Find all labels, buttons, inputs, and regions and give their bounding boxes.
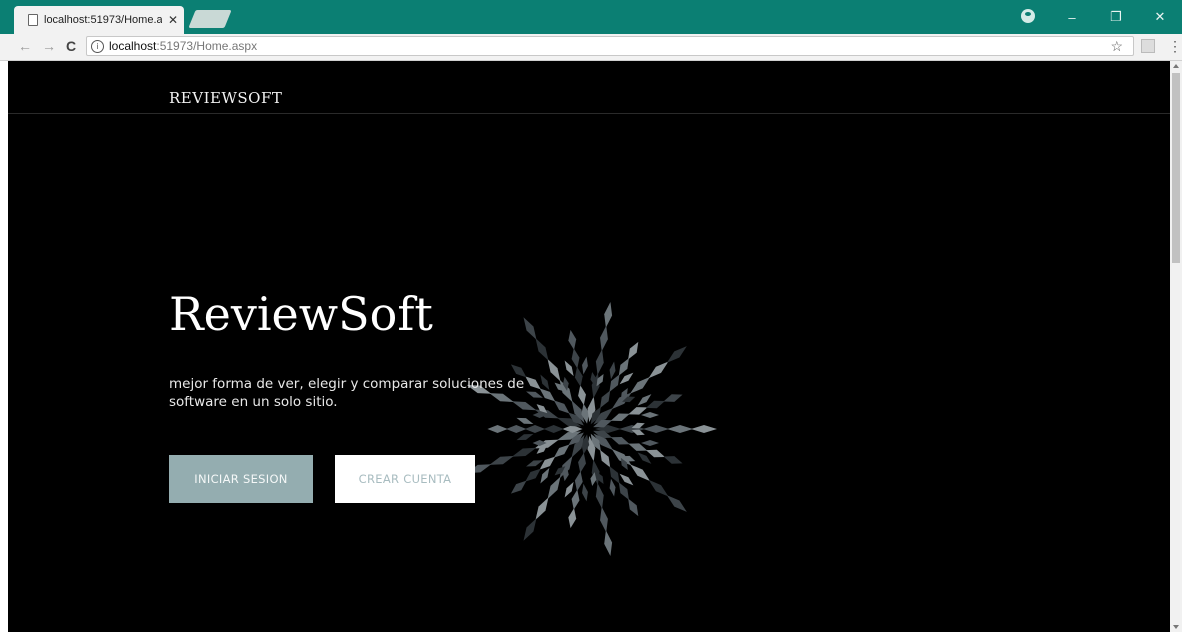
scroll-up-arrow[interactable]	[1173, 64, 1179, 68]
snowflake-diamond	[516, 417, 534, 425]
snowflake-diamond	[600, 506, 608, 533]
snowflake-diamond	[667, 425, 693, 433]
url-path: :51973/Home.aspx	[156, 39, 258, 53]
snowflake-diamond	[535, 338, 549, 361]
snowflake-diamond	[630, 376, 651, 394]
address-bar[interactable]: i localhost:51973/Home.aspx ☆	[86, 36, 1134, 56]
snowflake-diamond	[511, 447, 537, 457]
page-viewport: REVIEWSOFT ReviewSoft mejor forma de ver…	[8, 61, 1170, 632]
snowflake-diamond	[523, 317, 537, 340]
snowflake-diamond	[600, 449, 611, 468]
snowflake-diamond	[600, 325, 608, 352]
back-button[interactable]: ←	[18, 38, 32, 54]
close-window-button[interactable]: ✕	[1138, 9, 1182, 25]
window-controls: – ❐ ✕	[1006, 0, 1182, 34]
snowflake-diamond	[643, 425, 669, 433]
snowflake-diamond	[609, 361, 616, 380]
menu-icon[interactable]: ⋮	[1168, 38, 1182, 55]
snowflake-diamond	[641, 412, 659, 418]
info-icon[interactable]: i	[91, 39, 104, 53]
snowflake-diamond	[523, 518, 537, 541]
snowflake-diamond	[582, 483, 588, 502]
tab-title: localhost:51973/Home.a:	[44, 14, 162, 26]
snowflake-diamond	[571, 348, 580, 369]
snowflake-diamond	[600, 390, 611, 409]
browser-toolbar: ← → C i localhost:51973/Home.aspx ☆ ⋮	[0, 34, 1182, 61]
snowflake-diamond	[489, 456, 514, 465]
snowflake-diamond	[610, 413, 630, 422]
reload-button[interactable]: C	[66, 38, 76, 54]
profile-icon	[1021, 8, 1035, 23]
signup-button[interactable]: CREAR CUENTA	[335, 455, 475, 503]
snowflake-diamond	[568, 329, 577, 350]
forward-button[interactable]: →	[42, 38, 56, 54]
snowflake-diamond	[628, 341, 639, 360]
page-scrollbar[interactable]	[1170, 61, 1182, 632]
profile-button[interactable]	[1006, 8, 1050, 26]
snowflake-diamond	[571, 489, 580, 510]
snowflake-diamond	[604, 301, 613, 328]
login-button[interactable]: INICIAR SESION	[169, 455, 313, 503]
pdf-extension-icon[interactable]	[1141, 39, 1155, 53]
snowflake-diamond	[535, 497, 549, 520]
new-tab-button[interactable]	[188, 10, 232, 28]
snowflake-diamond	[595, 483, 604, 509]
minimize-button[interactable]: –	[1050, 10, 1094, 25]
snowflake-decoration	[466, 301, 717, 557]
snowflake-diamond	[663, 394, 683, 402]
snowflake-diamond	[663, 456, 683, 464]
tab-close-icon[interactable]: ✕	[168, 13, 178, 27]
snowflake-diamond	[547, 476, 561, 500]
hero-title: ReviewSoft	[169, 287, 433, 341]
browser-titlebar: localhost:51973/Home.a: ✕ – ❐ ✕	[0, 0, 1182, 34]
snowflake-diamond	[666, 346, 687, 363]
snowflake-diamond	[691, 425, 717, 433]
snowflake-diamond	[578, 452, 586, 473]
snowflake-diamond	[568, 508, 577, 529]
page-icon	[28, 14, 38, 26]
snowflake-diamond	[524, 425, 546, 433]
snowflake-diamond	[543, 425, 564, 433]
scroll-thumb[interactable]	[1172, 73, 1180, 263]
snowflake-diamond	[516, 433, 534, 441]
snowflake-diamond	[628, 498, 639, 517]
site-logo[interactable]: REVIEWSOFT	[169, 89, 282, 107]
snowflake-diamond	[648, 479, 669, 497]
snowflake-diamond	[648, 361, 669, 379]
snowflake-diamond	[604, 530, 613, 557]
snowflake-diamond	[506, 425, 527, 433]
snowflake-diamond	[610, 436, 630, 445]
snowflake-diamond	[582, 356, 588, 375]
browser-tab[interactable]: localhost:51973/Home.a: ✕	[14, 6, 184, 34]
snowflake-diamond	[630, 464, 651, 482]
snowflake-diamond	[595, 349, 604, 375]
snowflake-diamond	[641, 440, 659, 446]
snowflake-diamond	[666, 495, 687, 512]
snowflake-diamond	[487, 425, 508, 433]
star-icon[interactable]: ☆	[1110, 38, 1123, 55]
hero-subtitle: mejor forma de ver, elegir y comparar so…	[169, 376, 525, 410]
snowflake-diamond	[609, 478, 616, 497]
scroll-down-arrow[interactable]	[1173, 625, 1179, 629]
site-header: REVIEWSOFT	[8, 61, 1170, 114]
url-host: localhost	[109, 39, 157, 53]
restore-button[interactable]: ❐	[1094, 9, 1138, 25]
snowflake-diamond	[578, 385, 586, 406]
